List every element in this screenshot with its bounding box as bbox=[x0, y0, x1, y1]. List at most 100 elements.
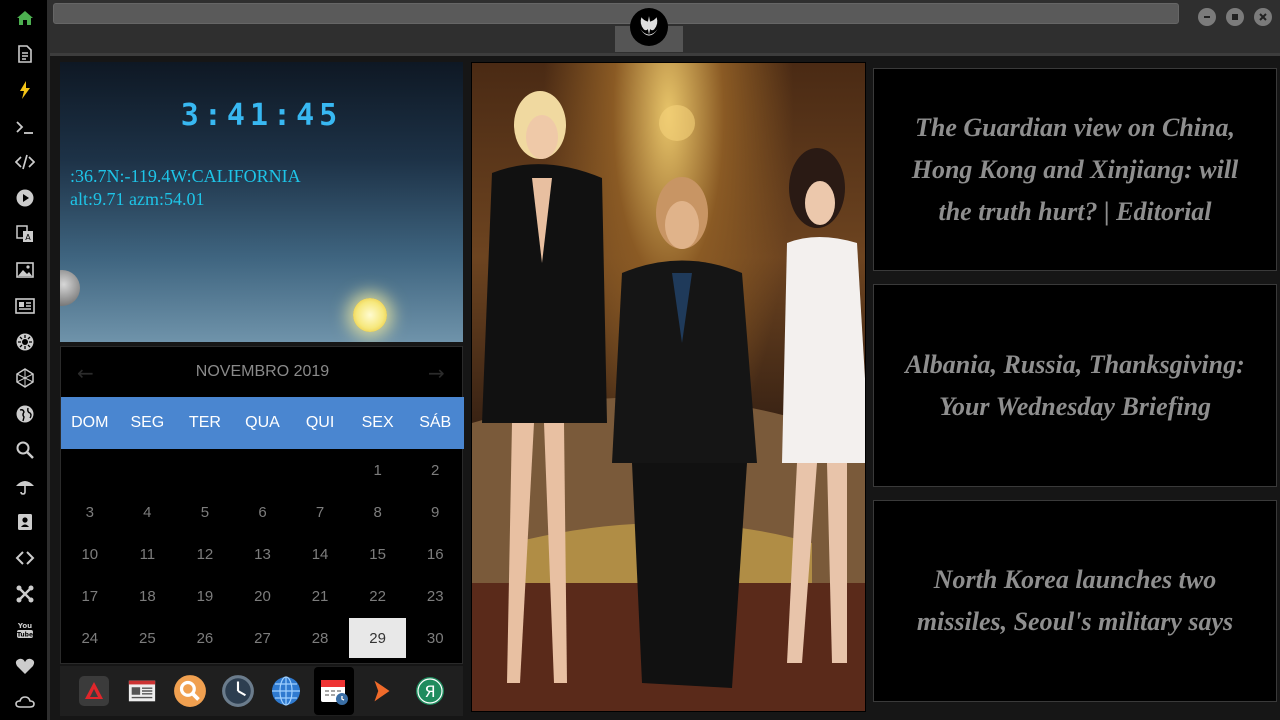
calendar-day[interactable]: 26 bbox=[176, 617, 234, 659]
calendar-day[interactable]: 22 bbox=[349, 575, 407, 617]
close-icon[interactable] bbox=[1254, 8, 1272, 26]
clock-app-icon[interactable] bbox=[218, 671, 258, 711]
lightning-icon[interactable] bbox=[13, 78, 37, 102]
calendar-day[interactable]: 2 bbox=[406, 449, 464, 491]
news-icon[interactable] bbox=[13, 294, 37, 318]
yandex-letter: Я bbox=[424, 682, 435, 701]
document-icon[interactable] bbox=[13, 42, 37, 66]
photo-people-illustration bbox=[472, 91, 865, 711]
news-card[interactable]: North Korea launches two missiles, Seoul… bbox=[873, 500, 1277, 702]
news-card[interactable]: The Guardian view on China, Hong Kong an… bbox=[873, 68, 1277, 271]
rebel-alliance-logo-icon[interactable] bbox=[630, 8, 668, 46]
heart-icon[interactable] bbox=[13, 654, 37, 678]
news-card[interactable]: Albania, Russia, Thanksgiving: Your Wedn… bbox=[873, 284, 1277, 487]
address-bar[interactable] bbox=[53, 3, 1179, 24]
home-icon[interactable] bbox=[13, 6, 37, 30]
arrow-app-icon[interactable] bbox=[362, 671, 402, 711]
cloud-icon[interactable] bbox=[13, 690, 37, 714]
calendar-day[interactable]: 6 bbox=[234, 491, 292, 533]
digital-clock: 3:41:45 bbox=[180, 98, 343, 133]
calendar-day[interactable]: 10 bbox=[61, 533, 119, 575]
svg-text:Tube: Tube bbox=[17, 632, 33, 639]
calendar-day-today[interactable]: 29 bbox=[348, 618, 407, 658]
news-headline[interactable]: North Korea launches two missiles, Seoul… bbox=[894, 559, 1256, 643]
sun-position-readout: alt:9.71 azm:54.01 bbox=[70, 189, 205, 209]
calendar-day[interactable]: 12 bbox=[176, 533, 234, 575]
calendar-widget: ← NOVEMBRO 2019 → DOM SEG TER QUA QUI SE… bbox=[60, 346, 464, 664]
atom-icon[interactable] bbox=[13, 366, 37, 390]
sun-disc-icon bbox=[353, 298, 387, 332]
translate-icon[interactable]: A bbox=[13, 222, 37, 246]
umbrella-icon[interactable] bbox=[13, 474, 37, 498]
browser-globe-icon[interactable] bbox=[266, 671, 306, 711]
calendar-day[interactable]: 1 bbox=[349, 449, 407, 491]
calendar-day[interactable]: 17 bbox=[61, 575, 119, 617]
calendar-day[interactable]: 8 bbox=[349, 491, 407, 533]
weekday-label: SÁB bbox=[419, 414, 452, 431]
calendar-day[interactable]: 28 bbox=[291, 617, 349, 659]
calendar-day[interactable]: 13 bbox=[234, 533, 292, 575]
minimize-icon[interactable] bbox=[1198, 8, 1216, 26]
calendar-month-label: NOVEMBRO 2019 bbox=[195, 363, 330, 380]
play-icon[interactable] bbox=[13, 186, 37, 210]
sun-icon[interactable] bbox=[13, 330, 37, 354]
calendar-weekday-row: DOM SEG TER QUA QUI SEX SÁB bbox=[61, 397, 464, 449]
tools-icon[interactable] bbox=[13, 582, 37, 606]
calendar-day[interactable]: 5 bbox=[176, 491, 234, 533]
calendar-app-icon[interactable] bbox=[314, 667, 354, 715]
calendar-day[interactable]: 19 bbox=[176, 575, 234, 617]
yandex-icon[interactable]: Я bbox=[410, 671, 450, 711]
search-icon[interactable] bbox=[13, 438, 37, 462]
youtube-icon[interactable]: You Tube bbox=[13, 618, 37, 642]
weekday-label: TER bbox=[188, 414, 221, 431]
calendar-day[interactable]: 21 bbox=[291, 575, 349, 617]
calendar-day[interactable]: 20 bbox=[234, 575, 292, 617]
calendar-header: ← NOVEMBRO 2019 → bbox=[61, 347, 464, 397]
svg-text:A: A bbox=[25, 233, 31, 242]
calendar-day-empty bbox=[291, 449, 349, 491]
calendar-day[interactable]: 25 bbox=[119, 617, 177, 659]
calendar-day-empty bbox=[61, 449, 119, 491]
next-month-arrow-icon[interactable]: → bbox=[428, 361, 445, 385]
weekday-label: QUA bbox=[245, 414, 280, 431]
calendar-day[interactable]: 3 bbox=[61, 491, 119, 533]
svg-text:You: You bbox=[17, 622, 32, 630]
moon-icon bbox=[60, 270, 80, 306]
calendar-day[interactable]: 4 bbox=[119, 491, 177, 533]
title-bar bbox=[50, 0, 1280, 56]
calendar-day[interactable]: 11 bbox=[119, 533, 177, 575]
main-area: 3:41:45 :36.7N:-119.4W:CALIFORNIA alt:9.… bbox=[50, 56, 1280, 720]
news-reader-icon[interactable] bbox=[122, 671, 162, 711]
code-icon[interactable] bbox=[13, 150, 37, 174]
news-headline[interactable]: Albania, Russia, Thanksgiving: Your Wedn… bbox=[894, 344, 1256, 428]
location-readout: :36.7N:-119.4W:CALIFORNIA bbox=[70, 166, 301, 186]
maximize-icon[interactable] bbox=[1226, 8, 1244, 26]
calendar-day-grid: 1 2 3 4 5 6 7 8 9 10 11 12 13 14 15 16 17 18 19 20 21 22 23 24 2… bbox=[61, 449, 464, 659]
image-icon[interactable] bbox=[13, 258, 37, 282]
weekday-label: QUI bbox=[305, 414, 335, 431]
search-app-icon[interactable] bbox=[170, 671, 210, 711]
weekday-label: SEX bbox=[361, 414, 394, 431]
news-headline[interactable]: The Guardian view on China, Hong Kong an… bbox=[894, 107, 1256, 233]
calendar-day-empty bbox=[176, 449, 234, 491]
calendar-day[interactable]: 27 bbox=[234, 617, 292, 659]
app-launcher-icon[interactable] bbox=[74, 671, 114, 711]
calendar-day[interactable]: 30 bbox=[406, 617, 464, 659]
wallpaper-photo bbox=[471, 62, 866, 712]
calendar-day[interactable]: 23 bbox=[406, 575, 464, 617]
calendar-day-empty bbox=[234, 449, 292, 491]
terminal-icon[interactable] bbox=[13, 115, 37, 139]
calendar-day[interactable]: 24 bbox=[61, 617, 119, 659]
contacts-icon[interactable] bbox=[13, 510, 37, 534]
link-icon[interactable] bbox=[13, 546, 37, 570]
calendar-day[interactable]: 9 bbox=[406, 491, 464, 533]
app-dock: Я bbox=[60, 666, 463, 716]
calendar-day[interactable]: 14 bbox=[291, 533, 349, 575]
calendar-day[interactable]: 15 bbox=[349, 533, 407, 575]
calendar-day[interactable]: 18 bbox=[119, 575, 177, 617]
weekday-label: SEG bbox=[130, 414, 165, 431]
calendar-day[interactable]: 16 bbox=[406, 533, 464, 575]
globe-icon[interactable] bbox=[13, 402, 37, 426]
weekday-label: DOM bbox=[71, 414, 109, 431]
calendar-day[interactable]: 7 bbox=[291, 491, 349, 533]
